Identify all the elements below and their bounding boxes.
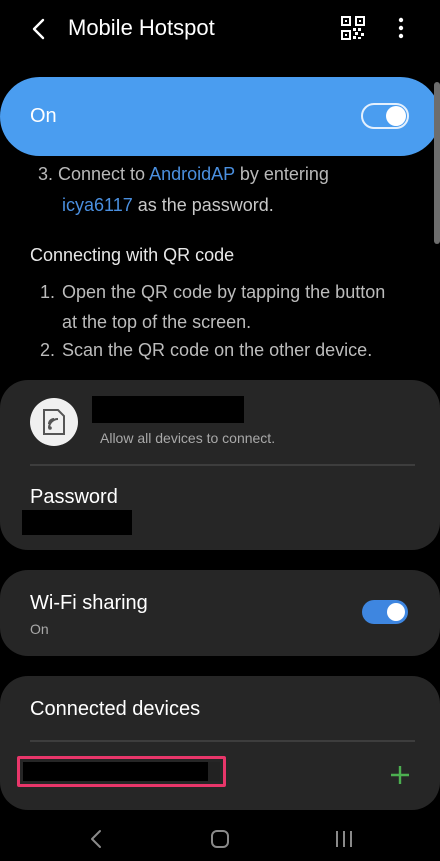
qr-step-1: 1. Open the QR code by tapping the butto… <box>40 282 386 332</box>
network-name-redacted[interactable] <box>92 396 244 423</box>
toggle-knob <box>386 106 406 126</box>
device-info-redacted <box>208 762 220 781</box>
system-navigation-bar <box>0 815 440 861</box>
page-title: Mobile Hotspot <box>68 15 215 40</box>
wifi-sharing-title: Wi-Fi sharing <box>30 592 148 614</box>
network-settings-card: Allow all devices to connect. Password <box>0 380 440 550</box>
hotspot-device-icon <box>30 398 78 446</box>
qr-step-2: 2. Scan the QR code on the other device. <box>40 340 373 360</box>
instruction-step-3: 3. Connect to AndroidAP by entering <box>38 164 329 184</box>
plus-icon[interactable] <box>390 765 410 785</box>
connected-device-row[interactable] <box>17 756 226 787</box>
wifi-sharing-card[interactable]: Wi-Fi sharing On <box>0 570 440 656</box>
qr-code-icon[interactable] <box>341 16 365 40</box>
connected-devices-card: Connected devices <box>0 676 440 810</box>
wifi-sharing-status: On <box>30 621 49 637</box>
device-name-redacted <box>23 762 208 781</box>
toggle-knob <box>387 603 405 621</box>
app-header: Mobile Hotspot <box>0 0 440 58</box>
more-vertical-icon[interactable] <box>393 16 409 40</box>
nav-home-icon[interactable] <box>210 829 230 849</box>
wifi-sharing-toggle[interactable] <box>362 600 408 624</box>
allow-devices-text: Allow all devices to connect. <box>100 430 276 446</box>
password-label[interactable]: Password <box>30 486 118 509</box>
chevron-left-icon[interactable] <box>28 17 50 41</box>
divider <box>30 464 415 466</box>
divider <box>30 740 415 742</box>
master-switch-label: On <box>30 105 57 127</box>
connected-devices-title: Connected devices <box>30 698 201 720</box>
nav-back-icon[interactable] <box>88 829 104 849</box>
password-redacted[interactable] <box>22 510 132 535</box>
hotspot-master-switch[interactable]: On <box>0 77 440 156</box>
qr-section-heading: Connecting with QR code <box>30 245 235 265</box>
password-value: icya6117 <box>62 195 133 215</box>
nav-recent-apps-icon[interactable] <box>333 829 355 849</box>
scrollbar[interactable] <box>434 82 440 244</box>
instruction-password-line: icya6117 as the password. <box>62 195 274 215</box>
master-toggle[interactable] <box>361 103 409 129</box>
